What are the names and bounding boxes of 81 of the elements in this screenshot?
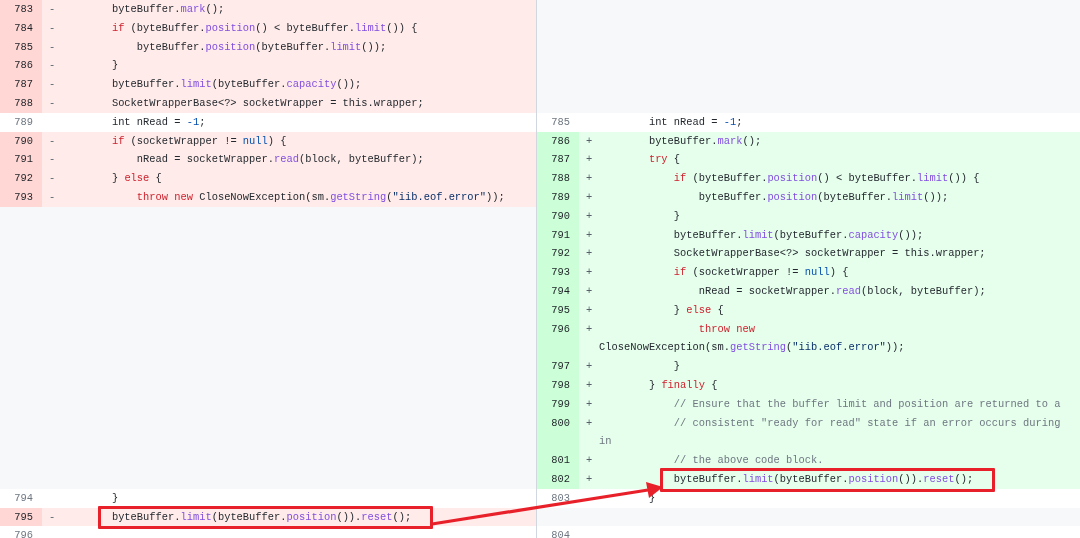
diff-sign: - [48, 172, 56, 185]
diff-sign: - [48, 510, 56, 523]
diff-sign: + [585, 134, 593, 147]
diff-sign: + [585, 397, 593, 410]
code-line: byteBuffer.mark(); [110, 3, 225, 15]
code-line: } else { [110, 172, 162, 185]
code-line: nRead = socketWrapper.read(block, byteBuffer); [697, 283, 987, 299]
diff-sign: + [585, 228, 593, 241]
line-number: 792 [537, 244, 579, 264]
code-line: byteBuffer.limit(byteBuffer.position()).reset(); [110, 510, 412, 523]
code-line: } [672, 359, 682, 375]
diff-sign: - [48, 21, 56, 34]
line-number: 794 [13, 490, 34, 506]
line-number: 800 [537, 413, 579, 452]
code-line: } [110, 491, 119, 504]
code-line: int nRead = -1; [110, 115, 206, 128]
diff-sign: - [48, 78, 56, 91]
diff-sign: + [585, 209, 593, 222]
code-line: } else { [672, 302, 725, 318]
diff-sign: + [585, 190, 593, 203]
line-number: 797 [537, 357, 579, 376]
code-line: throw new CloseNowException(sm.getString("iib.eof.error")); [599, 321, 906, 356]
diff-sign: + [585, 454, 593, 467]
line-number: 786 [0, 56, 42, 76]
code-line: // consistent "ready for read" state if an error occurs during in [599, 415, 1062, 450]
diff-sign: + [585, 378, 593, 391]
code-line: int nRead = -1; [647, 114, 744, 130]
line-number: 796 [13, 528, 34, 538]
diff-sign: - [48, 59, 56, 72]
code-line: byteBuffer.position(byteBuffer.limit()); [697, 189, 950, 205]
line-number: 790 [0, 131, 42, 151]
line-number: 796 [537, 319, 579, 358]
code-line: if (socketWrapper != null) { [672, 265, 850, 281]
diff-sign: + [585, 416, 593, 429]
line-number: 788 [537, 169, 579, 188]
line-number: 791 [0, 150, 42, 170]
line-number: 786 [537, 131, 579, 151]
code-line: throw new CloseNowException(sm.getString("iib.eof.error")); [135, 190, 505, 203]
code-line: if (socketWrapper != null) { [110, 134, 287, 147]
line-number: 789 [13, 114, 34, 130]
line-number: 795 [0, 507, 42, 527]
diff-sign: + [585, 303, 593, 316]
line-number: 804 [550, 528, 571, 538]
code-line: // the above code block. [672, 453, 825, 469]
code-line: // Ensure that the buffer limit and position are returned to a [672, 396, 1062, 412]
diff-sign: + [585, 322, 593, 335]
diff-sign: + [585, 247, 593, 260]
code-line: if (byteBuffer.position() < byteBuffer.limit()) { [110, 21, 418, 34]
line-number: 787 [537, 150, 579, 170]
line-number: 801 [537, 451, 579, 470]
diff-sign: - [48, 40, 56, 53]
diff-sign: - [48, 3, 56, 15]
line-number: 783 [0, 0, 42, 19]
code-line: if (byteBuffer.position() < byteBuffer.limit()) { [672, 171, 981, 187]
diff-sign: - [48, 134, 56, 147]
code-line: try { [647, 152, 682, 168]
line-number: 785 [550, 114, 571, 130]
code-line: byteBuffer.limit(byteBuffer.capacity()); [110, 78, 362, 91]
diff-sign: + [585, 472, 593, 485]
line-number: 803 [550, 490, 571, 506]
diff-sign: + [585, 284, 593, 297]
code-line: byteBuffer.mark(); [647, 133, 763, 149]
diff-sign: + [585, 172, 593, 185]
code-line: byteBuffer.limit(byteBuffer.position()).reset(); [672, 471, 975, 487]
diff-sign: - [48, 97, 56, 109]
diff-sign: + [585, 360, 593, 373]
code-line: SocketWrapperBase<?> socketWrapper = this.wrapper; [110, 97, 424, 109]
diff-sign: + [585, 153, 593, 166]
line-number: 793 [537, 263, 579, 282]
diff-sign: + [585, 266, 593, 279]
code-line: } finally { [647, 377, 719, 393]
code-line: byteBuffer.position(byteBuffer.limit()); [135, 40, 387, 53]
line-number: 787 [0, 75, 42, 94]
diff-sign: - [48, 153, 56, 166]
diff-sign: - [48, 190, 56, 203]
line-number: 792 [0, 169, 42, 188]
code-line: nRead = socketWrapper.read(block, byteBuffer); [135, 153, 424, 166]
code-line: } [672, 208, 682, 224]
code-line: byteBuffer.limit(byteBuffer.capacity()); [672, 227, 925, 243]
code-line: SocketWrapperBase<?> socketWrapper = this.wrapper; [672, 246, 987, 262]
code-line: } [110, 59, 119, 72]
